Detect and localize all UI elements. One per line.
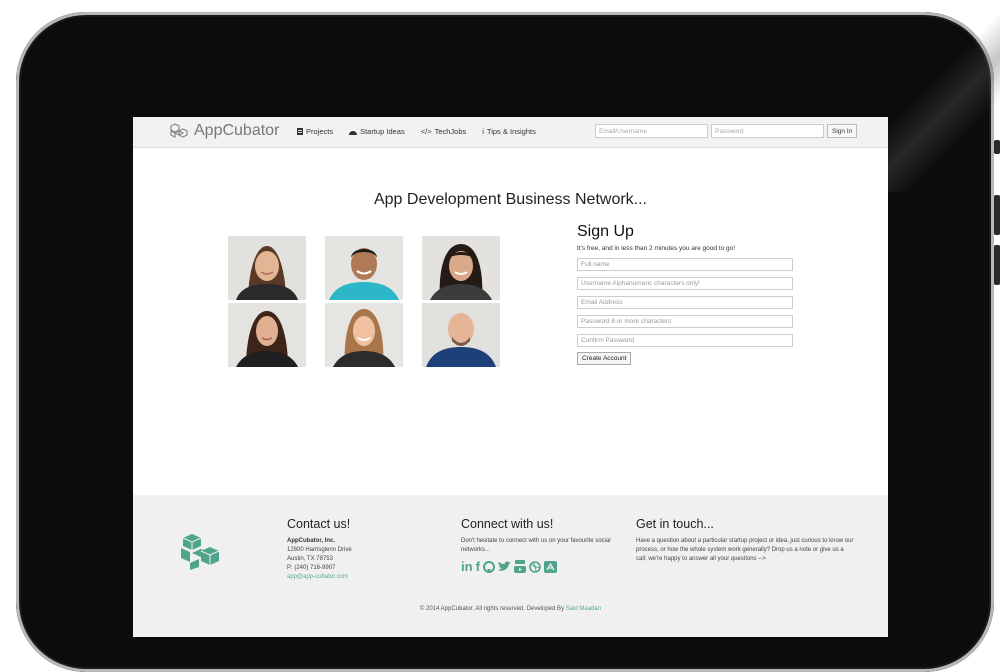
device-volume-button <box>994 195 1000 235</box>
nav-item-startup-ideas[interactable]: Startup Ideas <box>349 127 405 136</box>
contact-email-link[interactable]: app@app-cubator.com <box>287 574 348 580</box>
connect-title: Connect with us! <box>461 517 554 531</box>
nav-label: TechJobs <box>434 127 467 136</box>
code-icon: </> <box>420 127 432 136</box>
member-photo <box>422 236 500 300</box>
cubes-logo-icon <box>177 533 223 576</box>
navbar: AppCubator Projects Startup Ideas </> Te… <box>133 117 888 148</box>
get-in-touch-section: Get in touch... Have a question about a … <box>636 517 856 564</box>
nav-label: Projects <box>306 127 334 136</box>
app-store-icon[interactable] <box>543 560 557 573</box>
signup-password-input[interactable] <box>577 315 793 328</box>
email-address-input[interactable] <box>577 296 793 309</box>
create-account-button[interactable]: Create Account <box>577 352 632 365</box>
username-input[interactable] <box>577 277 793 290</box>
connect-text: Don't hesitate to connect with us on you… <box>461 538 611 553</box>
get-in-touch-text: Have a question about a particular start… <box>636 538 854 562</box>
developer-link[interactable]: Said Maadan <box>566 606 601 612</box>
phone-number: P: (240) 716-9907 <box>287 565 336 571</box>
login-form: Sign In <box>595 124 858 138</box>
member-photo <box>228 236 306 300</box>
dashboard-icon <box>349 129 358 135</box>
signup-tagline: It's free, and in less than 2 minutes yo… <box>577 245 736 252</box>
screen-glare <box>880 12 1000 192</box>
copyright: © 2014 AppCubator. All rights reserved. … <box>133 606 888 612</box>
twitter-icon[interactable] <box>497 561 511 572</box>
facebook-icon[interactable]: f <box>476 560 480 573</box>
email-username-input[interactable] <box>595 124 708 138</box>
footer: Contact us! AppCubator, Inc. 12800 Harri… <box>133 495 888 637</box>
projects-icon <box>297 128 303 135</box>
signup-form: Sign Up It's free, and in less than 2 mi… <box>577 223 797 365</box>
nav-item-techjobs[interactable]: </> TechJobs <box>421 127 467 136</box>
nav-label: Tips & Insights <box>486 127 536 136</box>
password-input[interactable] <box>711 124 824 138</box>
full-name-input[interactable] <box>577 258 793 271</box>
company-name: AppCubator, Inc. <box>287 538 335 544</box>
signup-title: Sign Up <box>577 223 634 240</box>
device-volume-button <box>994 245 1000 285</box>
confirm-password-input[interactable] <box>577 334 793 347</box>
brand-logo-link[interactable]: AppCubator <box>169 122 279 140</box>
info-icon: i <box>482 127 484 136</box>
cubes-icon <box>169 123 189 139</box>
member-photo <box>422 303 500 367</box>
device-side-button <box>994 140 1000 154</box>
connect-section: Connect with us! Don't hesitate to conne… <box>461 517 611 573</box>
contact-title: Contact us! <box>287 517 351 531</box>
youtube-icon[interactable] <box>513 560 526 573</box>
member-photos <box>228 236 503 370</box>
social-links: in f <box>461 560 611 573</box>
member-photo <box>325 303 403 367</box>
copyright-text: © 2014 AppCubator. All rights reserved. … <box>419 606 565 612</box>
nav-item-tips[interactable]: i Tips & Insights <box>482 127 536 136</box>
get-in-touch-title: Get in touch... <box>636 517 714 531</box>
member-photo <box>325 236 403 300</box>
brand-name: AppCubator <box>194 122 280 139</box>
contact-section: Contact us! AppCubator, Inc. 12800 Harri… <box>287 517 427 582</box>
dribbble-icon[interactable] <box>529 560 541 573</box>
browser-screen: AppCubator Projects Startup Ideas </> Te… <box>133 117 888 637</box>
linkedin-icon[interactable]: in <box>461 560 473 573</box>
nav-label: Startup Ideas <box>360 127 405 136</box>
member-photo <box>228 303 306 367</box>
main-nav: Projects Startup Ideas </> TechJobs i Ti… <box>297 127 536 136</box>
nav-item-projects[interactable]: Projects <box>297 127 333 136</box>
page-headline: App Development Business Network... <box>373 191 647 208</box>
github-icon[interactable] <box>482 560 495 573</box>
address-city: Austin, TX 78753 <box>287 556 333 562</box>
sign-in-button[interactable]: Sign In <box>827 124 858 138</box>
address-street: 12800 Harrisglenn Drive <box>287 547 352 553</box>
